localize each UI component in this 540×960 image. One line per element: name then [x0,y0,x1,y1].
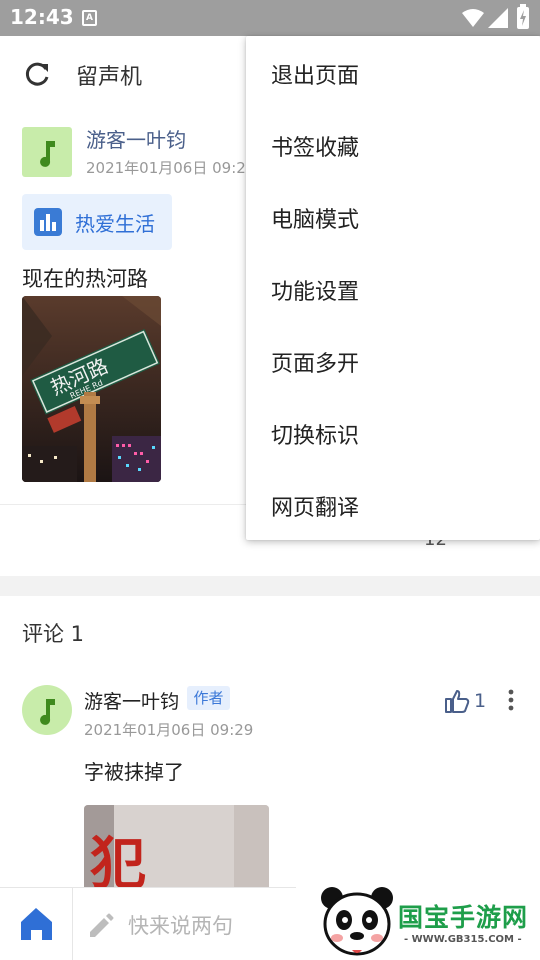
notification-icon: A [82,10,97,26]
section-separator [0,576,540,596]
post-image[interactable]: 热河路 REHE Rd [22,296,161,482]
watermark-title: 国宝手游网 [398,903,529,932]
refresh-icon[interactable] [22,60,52,90]
bar-chart-icon [34,208,62,236]
overflow-menu: 退出页面 书签收藏 电脑模式 功能设置 页面多开 切换标识 网页翻译 [246,36,540,540]
post-content-text: 现在的热河路 [22,267,148,291]
menu-item-settings[interactable]: 功能设置 [246,252,540,324]
photo-character: 犯 [90,832,146,895]
comment-text: 字被抹掉了 [84,760,184,784]
status-bar: 12:43 A [0,0,540,36]
pencil-icon [90,913,114,937]
menu-item-bookmark[interactable]: 书签收藏 [246,108,540,180]
signal-icon [488,8,508,28]
thumbs-up-icon[interactable] [444,688,470,714]
menu-item-switch-identity[interactable]: 切换标识 [246,396,540,468]
music-note-icon [40,699,55,725]
music-note-icon [40,141,55,167]
more-vert-icon[interactable] [508,688,514,712]
watermark-url: - WWW.GB315.COM - [404,934,522,945]
post-topic-tag[interactable]: 热爱生活 [22,194,172,250]
menu-item-exit-page[interactable]: 退出页面 [246,36,540,108]
comment-input[interactable]: 快来说两句 [86,908,296,942]
menu-item-multi-page[interactable]: 页面多开 [246,324,540,396]
page-title: 留声机 [76,65,143,90]
menu-item-label: 电脑模式 [271,208,360,233]
status-time: 12:43 [10,5,74,29]
post-author-name[interactable]: 游客一叶钧 [86,124,186,153]
comment-author-name[interactable]: 游客一叶钧 [84,687,179,714]
menu-item-label: 书签收藏 [271,136,360,161]
comment-date: 2021年01月06日 09:29 [84,721,254,739]
comments-heading: 评论 1 [22,622,85,646]
menu-item-label: 切换标识 [271,424,360,449]
home-icon [21,908,52,940]
author-badge: 作者 [187,686,230,710]
menu-item-label: 网页翻译 [271,496,360,521]
comment-image[interactable]: 犯 [84,805,269,895]
comment-author-avatar[interactable] [22,685,72,735]
menu-item-label: 退出页面 [271,64,360,89]
post-date: 2021年01月06日 09:2 [86,159,246,177]
watermark: 国宝手游网 - WWW.GB315.COM - [296,870,540,960]
panda-logo-icon [321,887,393,956]
battery-charging-icon [517,4,529,29]
menu-item-label: 功能设置 [271,280,360,305]
menu-item-translate[interactable]: 网页翻译 [246,468,540,540]
post-author-avatar[interactable] [22,127,72,177]
tag-label: 热爱生活 [75,212,155,236]
comment-placeholder: 快来说两句 [128,914,233,938]
comment-like-count: 1 [474,690,487,712]
menu-item-label: 页面多开 [271,352,360,377]
home-button[interactable] [0,888,73,960]
menu-item-desktop-mode[interactable]: 电脑模式 [246,180,540,252]
wifi-icon [462,9,484,27]
